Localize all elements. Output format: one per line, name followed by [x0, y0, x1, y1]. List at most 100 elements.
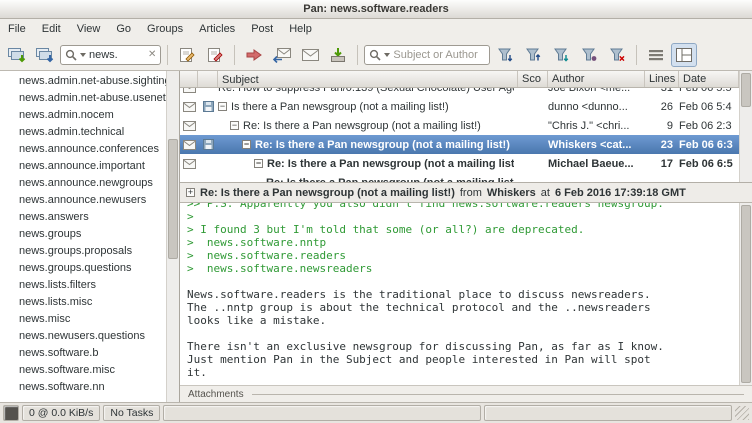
menu-groups[interactable]: Groups [139, 19, 191, 40]
view-pane-layout-button[interactable] [671, 43, 697, 67]
body-line: it. [187, 366, 739, 379]
thread-expander-icon[interactable]: − [218, 102, 227, 111]
thread-row[interactable]: − Re: Is there a Pan newsgroup (not a ma… [180, 116, 739, 135]
view-list-layout-button[interactable] [643, 43, 669, 67]
menu-help[interactable]: Help [281, 19, 320, 40]
header-expander-icon[interactable]: + [186, 188, 195, 197]
group-item[interactable]: news.lists.filters [0, 277, 166, 294]
group-item[interactable]: news.groups [0, 226, 166, 243]
get-new-headers-icon [7, 46, 27, 64]
group-item[interactable]: news.software.b [0, 345, 166, 362]
status-extra-area [484, 405, 732, 421]
group-item[interactable]: news.admin.net-abuse.usenet [0, 90, 166, 107]
thread-row[interactable]: Re: How to suppress Pan/0.139 (Sexual Ch… [180, 88, 739, 97]
group-item[interactable]: news.announce.important [0, 158, 166, 175]
search-options-caret-icon[interactable] [80, 53, 86, 57]
main-content: news.admin.net-abuse.sightings news.admi… [0, 71, 752, 402]
envelope-icon [302, 49, 319, 61]
toolbar-separator [167, 45, 168, 65]
thread-scrollbar[interactable] [739, 71, 752, 182]
group-item[interactable]: news.lists.misc [0, 294, 166, 311]
group-item[interactable]: news.announce.conferences [0, 141, 166, 158]
thread-subject: Is there a Pan newsgroup (not a mailing … [231, 101, 449, 113]
thread-row[interactable]: Re: Is there a Pan newsgroup (not a mail… [180, 173, 739, 182]
groups-scrollbar[interactable] [166, 71, 179, 402]
cache-state-icon [198, 139, 218, 150]
column-date-header[interactable]: Date [679, 71, 739, 87]
menu-edit[interactable]: Edit [34, 19, 69, 40]
thread-expander-icon[interactable]: − [230, 121, 239, 130]
match-cached-filter-button[interactable] [548, 43, 574, 67]
search-options-caret-icon[interactable] [384, 53, 390, 57]
column-score-header[interactable]: Sco [518, 71, 548, 87]
body-scrollbar-thumb[interactable] [741, 205, 751, 383]
article-date: 6 Feb 2016 17:39:18 GMT [555, 187, 686, 199]
open-message-button[interactable] [297, 43, 323, 67]
task-status[interactable]: No Tasks [103, 405, 160, 421]
match-saved-filter-button[interactable] [604, 43, 630, 67]
thread-expander-icon[interactable]: − [254, 159, 263, 168]
thread-row[interactable]: − Is there a Pan newsgroup (not a mailin… [180, 97, 739, 116]
thread-scrollbar-thumb[interactable] [741, 73, 751, 107]
group-item[interactable]: news.groups.questions [0, 260, 166, 277]
group-item[interactable]: news.announce.newusers [0, 192, 166, 209]
column-author-header[interactable]: Author [548, 71, 645, 87]
forward-arrow-icon [245, 48, 263, 62]
groups-list: news.admin.net-abuse.sightings news.admi… [0, 71, 166, 402]
get-subscribed-headers-button[interactable] [32, 43, 58, 67]
thread-date: Feb 06 6:3 [679, 139, 739, 151]
article-subject: Re: Is there a Pan newsgroup (not a mail… [200, 187, 455, 199]
pan-window: Pan: news.software.readers File Edit Vie… [0, 0, 752, 423]
clear-search-icon[interactable]: ✕ [148, 50, 156, 60]
article-filter-input[interactable] [393, 49, 485, 61]
group-item[interactable]: news.admin.net-abuse.sightings [0, 73, 166, 90]
article-body-text: >> P.S. Apparently you also didn't find … [180, 203, 739, 385]
search-icon [65, 49, 77, 61]
followup-button[interactable] [202, 43, 228, 67]
attachments-bar[interactable]: Attachments [180, 385, 752, 402]
thread-row[interactable]: − Re: Is there a Pan newsgroup (not a ma… [180, 154, 739, 173]
save-article-button[interactable] [325, 43, 351, 67]
match-binary-filter-button[interactable] [576, 43, 602, 67]
match-unread-filter-button[interactable] [492, 43, 518, 67]
group-item[interactable]: news.admin.nocem [0, 107, 166, 124]
menu-post[interactable]: Post [243, 19, 281, 40]
group-item[interactable]: news.newusers.questions [0, 328, 166, 345]
reply-button[interactable] [269, 43, 295, 67]
attachments-label: Attachments [188, 389, 244, 400]
group-item[interactable]: news.announce.newgroups [0, 175, 166, 192]
post-article-button[interactable] [174, 43, 200, 67]
thread-author: Michael Baeue... [548, 158, 645, 170]
forward-button[interactable] [241, 43, 267, 67]
column-subject-header[interactable]: Subject [218, 71, 518, 87]
post-article-icon [178, 46, 196, 64]
group-item[interactable]: news.admin.technical [0, 124, 166, 141]
menu-view[interactable]: View [69, 19, 109, 40]
group-item[interactable]: news.software.nn [0, 379, 166, 396]
group-item[interactable]: news.software.misc [0, 362, 166, 379]
groups-scrollbar-thumb[interactable] [168, 139, 178, 259]
group-filter-input[interactable] [89, 49, 145, 61]
group-item[interactable]: news.groups.proposals [0, 243, 166, 260]
body-line: > news.software.newsreaders [187, 262, 739, 275]
thread-subject: Re: Is there a Pan newsgroup (not a mail… [266, 177, 514, 183]
thread-expander-icon[interactable]: − [242, 140, 251, 149]
menu-articles[interactable]: Articles [191, 19, 243, 40]
menu-file[interactable]: File [0, 19, 34, 40]
column-lines-header[interactable]: Lines [645, 71, 679, 87]
menu-go[interactable]: Go [108, 19, 139, 40]
resize-grip[interactable] [735, 406, 749, 420]
titlebar: Pan: news.software.readers [0, 0, 752, 19]
thread-date: Feb 06 6:5 [679, 158, 739, 170]
body-scrollbar[interactable] [739, 203, 752, 385]
thread-author: dunno <dunno... [548, 101, 645, 113]
get-new-headers-button[interactable] [4, 43, 30, 67]
match-read-filter-button[interactable] [520, 43, 546, 67]
thread-row-selected[interactable]: − Re: Is there a Pan newsgroup (not a ma… [180, 135, 739, 154]
connection-status-icon[interactable] [3, 405, 19, 421]
column-state-icon-header[interactable] [180, 71, 198, 87]
get-subscribed-headers-icon [35, 46, 55, 64]
group-item[interactable]: news.misc [0, 311, 166, 328]
group-item[interactable]: news.answers [0, 209, 166, 226]
column-cache-icon-header[interactable] [198, 71, 218, 87]
